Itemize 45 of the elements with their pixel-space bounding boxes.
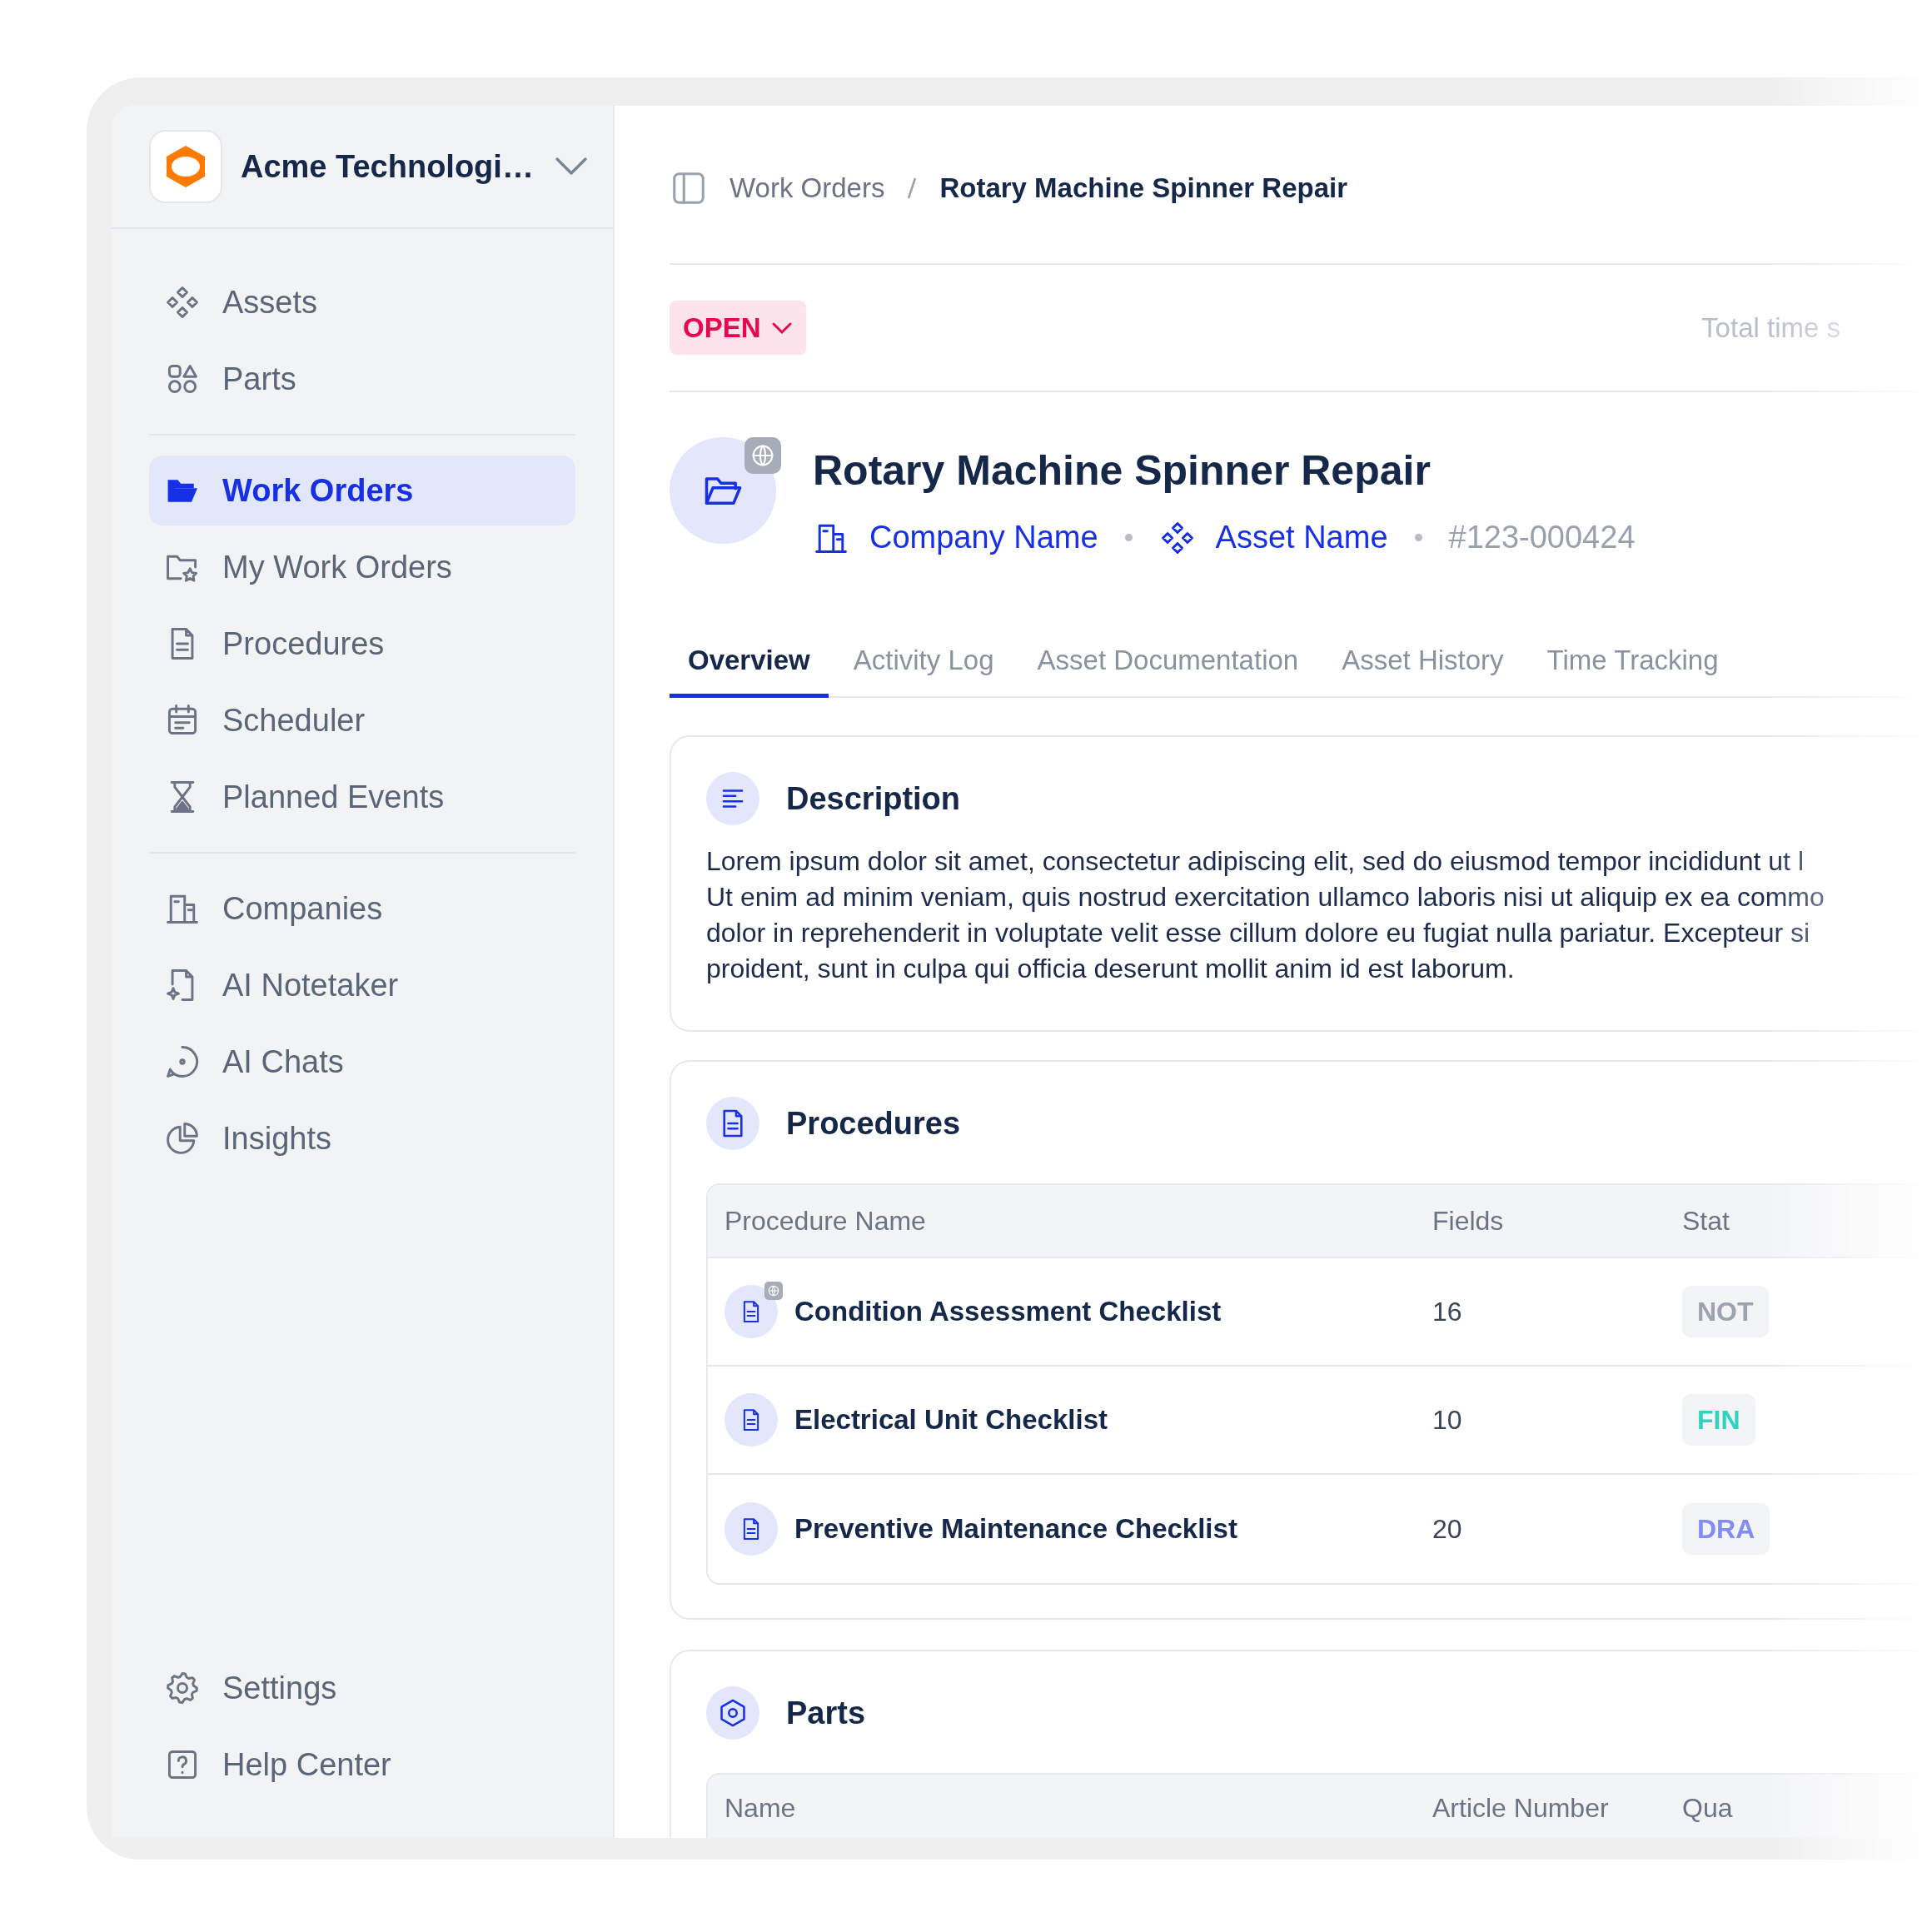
column-header: Fields bbox=[1432, 1205, 1505, 1237]
fields-count: 16 bbox=[1432, 1296, 1463, 1328]
tab[interactable]: Asset History bbox=[1323, 626, 1522, 698]
sidebar-item[interactable]: AI Notetaker bbox=[149, 950, 575, 1020]
sidebar-item[interactable]: My Work Orders bbox=[149, 532, 575, 602]
work-order-number: #123-000424 bbox=[1448, 519, 1636, 556]
fields-count: 10 bbox=[1432, 1404, 1463, 1437]
sidebar-item[interactable]: AI Chats bbox=[149, 1027, 575, 1097]
sidebar-item[interactable]: Companies bbox=[149, 874, 575, 944]
section-title: Procedures bbox=[786, 1104, 961, 1143]
breadcrumb-current: Rotary Machine Spinner Repair bbox=[939, 171, 1348, 205]
column-header: Name bbox=[724, 1792, 797, 1825]
description-text: Lorem ipsum dolor sit amet, consectetur adipiscing elit, sed do eiusmod tempor incididunt ut l Ut enim ad minim veniam, quis nostrud exercitation ullamco laboris nisi ut aliquip ex ea commo dolor in reprehenderit in voluptate velit esse cillum dolore eu fugiat nulla pariatur. Excepteur si proident, sunt in culpa qui officia deserunt mollit anim id est laborum. bbox=[706, 845, 1825, 985]
breadcrumb-link[interactable]: Work Orders bbox=[729, 167, 885, 209]
sidebar-item[interactable]: Scheduler bbox=[149, 685, 575, 755]
status-badge: DRA bbox=[1682, 1503, 1770, 1555]
column-header: Article Number bbox=[1432, 1792, 1610, 1825]
sidebar-item[interactable]: Assets bbox=[149, 267, 575, 337]
status-badge: NOT bbox=[1682, 1286, 1769, 1337]
status-badge: FIN bbox=[1682, 1394, 1755, 1446]
procedure-name[interactable]: Condition Assessment Checklist bbox=[794, 1291, 1222, 1332]
sidebar-item[interactable]: Insights bbox=[149, 1103, 575, 1173]
asset-link[interactable]: Asset Name bbox=[1215, 514, 1388, 561]
sidebar-item[interactable]: Settings bbox=[149, 1653, 575, 1723]
tab[interactable]: Asset Documentation bbox=[1018, 626, 1317, 698]
sidebar-item[interactable]: Parts bbox=[149, 344, 575, 414]
section-title: Description bbox=[786, 779, 961, 818]
workspace-name[interactable]: Acme Technologi… bbox=[241, 142, 534, 191]
section-title: Parts bbox=[786, 1694, 866, 1732]
sidebar-item[interactable]: Procedures bbox=[149, 609, 575, 679]
fields-count: 20 bbox=[1432, 1513, 1463, 1546]
tab[interactable]: Time Tracking bbox=[1528, 626, 1737, 698]
procedure-name[interactable]: Preventive Maintenance Checklist bbox=[794, 1508, 1237, 1550]
column-header: Stat bbox=[1682, 1205, 1730, 1237]
tab[interactable]: Overview bbox=[670, 626, 829, 698]
column-header: Procedure Name bbox=[724, 1205, 927, 1237]
sidebar-item[interactable]: Planned Events bbox=[149, 762, 575, 832]
sidebar-item[interactable]: Work Orders bbox=[149, 456, 575, 525]
status-dropdown[interactable]: OPEN bbox=[670, 301, 806, 355]
sidebar-item[interactable]: Help Center bbox=[149, 1730, 575, 1800]
company-link[interactable]: Company Name bbox=[869, 514, 1098, 561]
work-order-title: Rotary Machine Spinner Repair bbox=[813, 446, 1432, 495]
column-header: Qua bbox=[1682, 1792, 1734, 1825]
procedure-name[interactable]: Electrical Unit Checklist bbox=[794, 1399, 1108, 1441]
tab[interactable]: Activity Log bbox=[834, 626, 1013, 698]
